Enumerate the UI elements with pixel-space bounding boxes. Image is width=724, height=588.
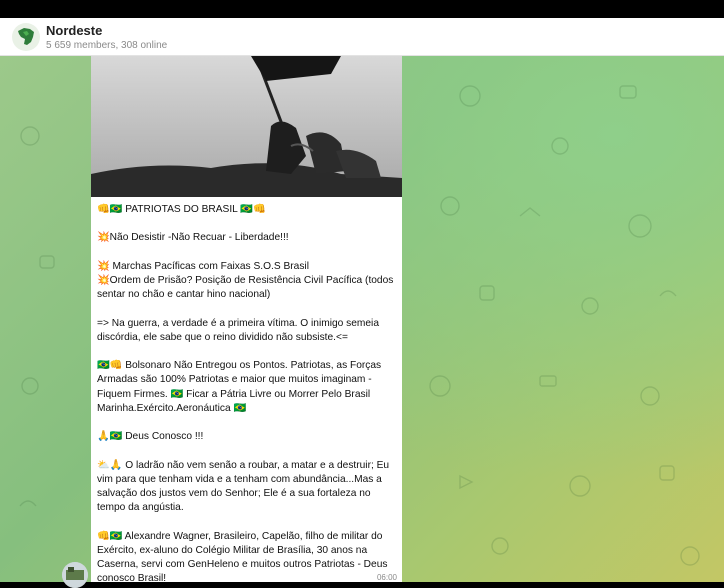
message-paragraph: => Na guerra, a verdade é a primeira vít… bbox=[97, 317, 379, 343]
flag-raising-photo bbox=[91, 56, 402, 197]
message-text: 👊🇧🇷 PATRIOTAS DO BRASIL 🇧🇷👊 💥Não Desisti… bbox=[97, 203, 397, 582]
message-paragraph: 🇧🇷👊 Bolsonaro Não Entregou os Pontos. Pa… bbox=[97, 360, 382, 414]
chat-header[interactable]: Nordeste 5 659 members, 308 online bbox=[0, 18, 724, 56]
message-paragraph: ⛅🙏 O ladrão não vem senão a roubar, a ma… bbox=[97, 459, 390, 514]
group-avatar[interactable] bbox=[12, 23, 40, 51]
status-bar bbox=[0, 0, 724, 18]
member-count: 5 659 members, 308 online bbox=[46, 40, 168, 51]
message-paragraph: 💥Não Desistir -Não Recuar - Liberdade!!! bbox=[97, 232, 289, 244]
message-paragraph: 👊🇧🇷 Alexandre Wagner, Brasileiro, Capelã… bbox=[97, 530, 388, 582]
message-photo[interactable] bbox=[91, 56, 402, 197]
message-paragraph: 👊🇧🇷 PATRIOTAS DO BRASIL 🇧🇷👊 bbox=[97, 204, 266, 215]
map-icon bbox=[18, 28, 34, 45]
sender-avatar[interactable] bbox=[62, 562, 88, 588]
message-paragraph: 💥 Marchas Pacíficas com Faixas S.O.S Bra… bbox=[97, 260, 394, 301]
message-bubble[interactable]: 👊🇧🇷 PATRIOTAS DO BRASIL 🇧🇷👊 💥Não Desisti… bbox=[91, 56, 402, 582]
chat-title: Nordeste bbox=[46, 23, 103, 38]
message-time: 06:00 bbox=[376, 573, 397, 582]
sender-avatar-image bbox=[62, 562, 88, 588]
message-paragraph: 🙏🇧🇷 Deus Conosco !!! bbox=[97, 431, 204, 443]
